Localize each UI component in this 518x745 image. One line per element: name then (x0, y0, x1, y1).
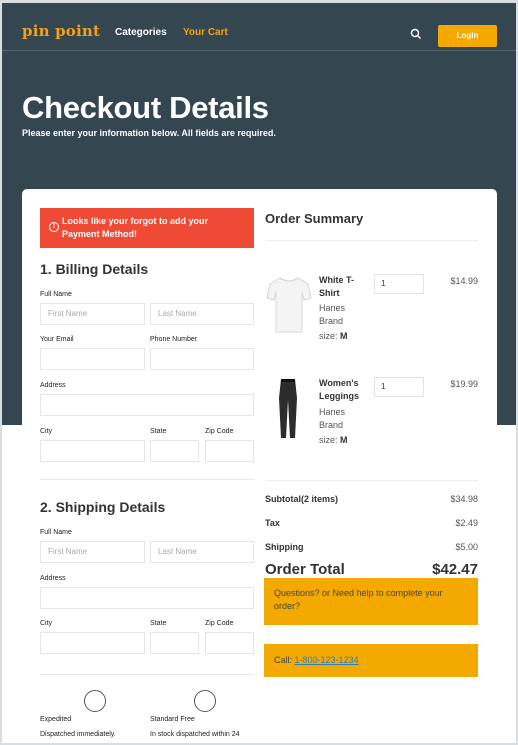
white-tshirt-image (266, 277, 312, 333)
billing-zip-input[interactable] (205, 440, 254, 462)
nav-categories-link[interactable]: Categories (115, 27, 167, 38)
expedited-radio[interactable] (84, 690, 106, 712)
billing-city-label: City (40, 428, 53, 435)
billing-state-input[interactable] (150, 440, 199, 462)
phone-link[interactable]: 1-800-123-1234 (295, 655, 359, 665)
subtotal-value: $34.98 (450, 494, 478, 504)
item-name: Women's Leggings (319, 378, 359, 401)
billing-last-name-input[interactable]: Last Name (150, 303, 254, 325)
shipping-city-label: City (40, 620, 53, 627)
standard-desc: In stock dispatched within 24 (150, 731, 240, 738)
billing-full-name-label: Full Name (40, 291, 72, 298)
shipping-zip-input[interactable] (205, 632, 254, 654)
info-icon: ! (49, 222, 59, 232)
page-subtitle: Please enter your information below. All… (22, 128, 276, 138)
standard-label: Standard Free (150, 716, 195, 723)
logo[interactable]: pin point (22, 22, 100, 40)
billing-phone-label: Phone Number (150, 336, 198, 343)
shipping-address-label: Address (40, 575, 66, 582)
item-quantity-input[interactable]: 1 (374, 377, 424, 397)
item-name: White T-Shirt (319, 275, 354, 298)
summary-divider-bottom (265, 480, 478, 481)
nav-cart-link[interactable]: Your Cart (183, 27, 228, 38)
tax-value: $2.49 (455, 518, 478, 528)
shipping-full-name-label: Full Name (40, 529, 72, 536)
call-label: Call: (274, 655, 293, 665)
subtotal-label: Subtotal(2 items) (265, 494, 339, 504)
billing-city-input[interactable] (40, 440, 145, 462)
leggings-image (279, 379, 297, 438)
order-total-label: Order Total (265, 561, 345, 578)
standard-radio[interactable] (194, 690, 216, 712)
item-price: $14.99 (450, 276, 478, 286)
item-brand: Hanes Brand (319, 303, 346, 326)
billing-divider (40, 479, 254, 480)
payment-alert: ! Looks like your forgot to add your Pay… (40, 208, 254, 248)
tax-label: Tax (265, 518, 280, 528)
billing-address-input[interactable] (40, 394, 254, 416)
summary-divider-top (265, 240, 478, 241)
search-icon[interactable] (410, 28, 422, 40)
help-box: Questions? or Need help to complete your… (264, 578, 478, 625)
expedited-label: Expedited (40, 716, 72, 723)
shipping-label: Shipping (265, 542, 304, 552)
billing-zip-label: Zip Code (205, 428, 234, 435)
item-size: size: M (319, 435, 348, 445)
shipping-state-input[interactable] (150, 632, 199, 654)
call-box: Call: 1-800-123-1234 (264, 644, 478, 677)
order-summary-title: Order Summary (265, 211, 364, 226)
shipping-title: 2. Shipping Details (40, 499, 166, 515)
billing-phone-input[interactable] (150, 348, 254, 370)
shipping-address-input[interactable] (40, 587, 254, 609)
billing-address-label: Address (40, 382, 66, 389)
expedited-desc: Dispatched immediately. (40, 731, 116, 738)
billing-first-name-input[interactable]: First Name (40, 303, 145, 325)
billing-email-label: Your Email (40, 336, 74, 343)
page-title: Checkout Details (22, 90, 269, 125)
login-button[interactable]: Login (438, 25, 497, 47)
item-quantity-input[interactable]: 1 (374, 274, 424, 294)
shipping-city-input[interactable] (40, 632, 145, 654)
shipping-zip-label: Zip Code (205, 620, 234, 627)
billing-state-label: State (150, 428, 167, 435)
item-size: size: M (319, 331, 348, 341)
item-brand: Hanes Brand (319, 407, 346, 430)
shipping-value: $5.00 (455, 542, 478, 552)
alert-text: Looks like your forgot to add your Payme… (62, 216, 209, 239)
shipping-first-name-input[interactable]: First Name (40, 541, 145, 563)
billing-title: 1. Billing Details (40, 261, 149, 277)
shipping-last-name-input[interactable]: Last Name (150, 541, 254, 563)
shipping-state-label: State (150, 620, 167, 627)
billing-email-input[interactable] (40, 348, 145, 370)
order-total-value: $42.47 (432, 561, 478, 578)
shipping-divider (40, 674, 254, 675)
item-price: $19.99 (450, 379, 478, 389)
